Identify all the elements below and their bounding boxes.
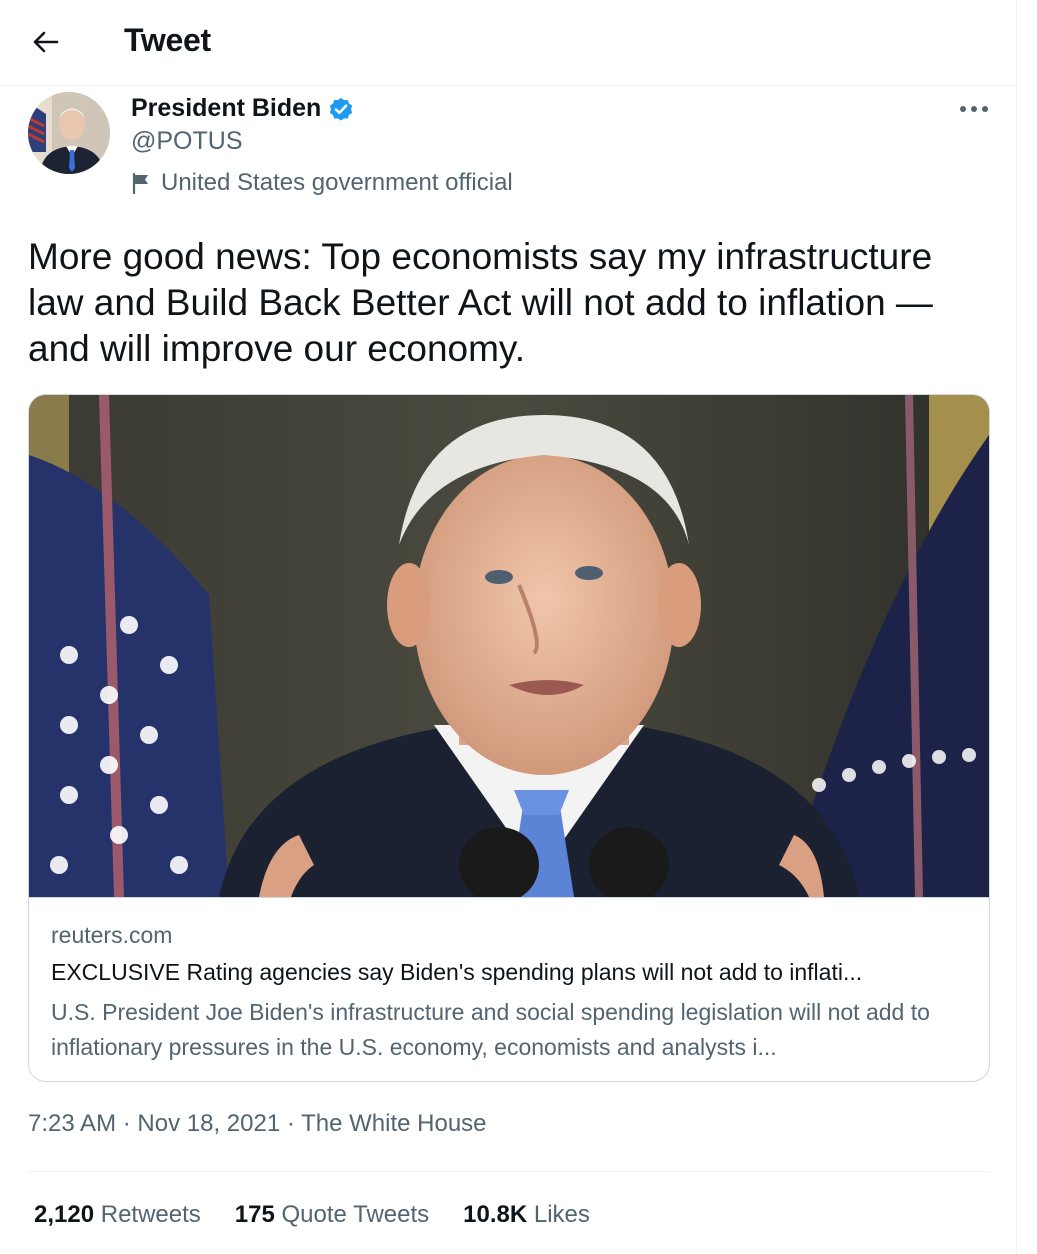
meta-separator: ·: [286, 1110, 295, 1137]
verified-badge-icon: [330, 97, 353, 121]
avatar[interactable]: [28, 92, 110, 174]
likes-label: Likes: [533, 1201, 590, 1228]
card-description: U.S. President Joe Biden's infrastructur…: [51, 999, 930, 1060]
author-handle[interactable]: @POTUS: [131, 127, 243, 156]
card-image: [29, 395, 989, 903]
likes-count: 10.8K: [463, 1201, 528, 1228]
retweets-stat[interactable]: 2,120 Retweets: [34, 1201, 201, 1229]
quote-tweets-label: Quote Tweets: [281, 1201, 430, 1228]
retweets-count: 2,120: [34, 1201, 95, 1228]
flag-icon: [132, 172, 148, 194]
divider: [28, 1171, 990, 1172]
quote-tweets-stat[interactable]: 175 Quote Tweets: [235, 1201, 429, 1229]
more-icon: [960, 106, 988, 112]
tweet-source[interactable]: The White House: [301, 1110, 486, 1137]
arrow-left-icon: [33, 31, 59, 53]
likes-stat[interactable]: 10.8K Likes: [463, 1201, 590, 1229]
page-title: Tweet: [124, 22, 211, 58]
tweet-stats: 2,120 Retweets 175 Quote Tweets 10.8K Li…: [34, 1201, 590, 1229]
tweet-time[interactable]: 7:23 AM: [28, 1110, 116, 1137]
government-label-text: United States government official: [161, 169, 513, 196]
tweet-meta: 7:23 AM · Nov 18, 2021 · The White House: [28, 1110, 487, 1138]
author-name[interactable]: President Biden: [131, 94, 355, 123]
page-header: Tweet: [0, 0, 1017, 86]
back-button[interactable]: [22, 20, 70, 64]
author-name-text: President Biden: [131, 94, 322, 122]
government-label: United States government official: [131, 169, 513, 197]
tweet-text: More good news: Top economists say my in…: [28, 236, 933, 369]
tweet-date[interactable]: Nov 18, 2021: [137, 1110, 280, 1137]
retweets-label: Retweets: [100, 1201, 201, 1228]
more-options-button[interactable]: [954, 94, 994, 124]
card-domain: reuters.com: [51, 922, 173, 948]
meta-separator: ·: [122, 1110, 131, 1137]
tweet-page: Tweet President Biden @POTUS United Stat…: [0, 0, 1017, 1254]
quote-tweets-count: 175: [234, 1201, 275, 1228]
card-title: EXCLUSIVE Rating agencies say Biden's sp…: [51, 959, 863, 985]
link-preview-card[interactable]: reuters.com EXCLUSIVE Rating agencies sa…: [28, 394, 990, 1082]
